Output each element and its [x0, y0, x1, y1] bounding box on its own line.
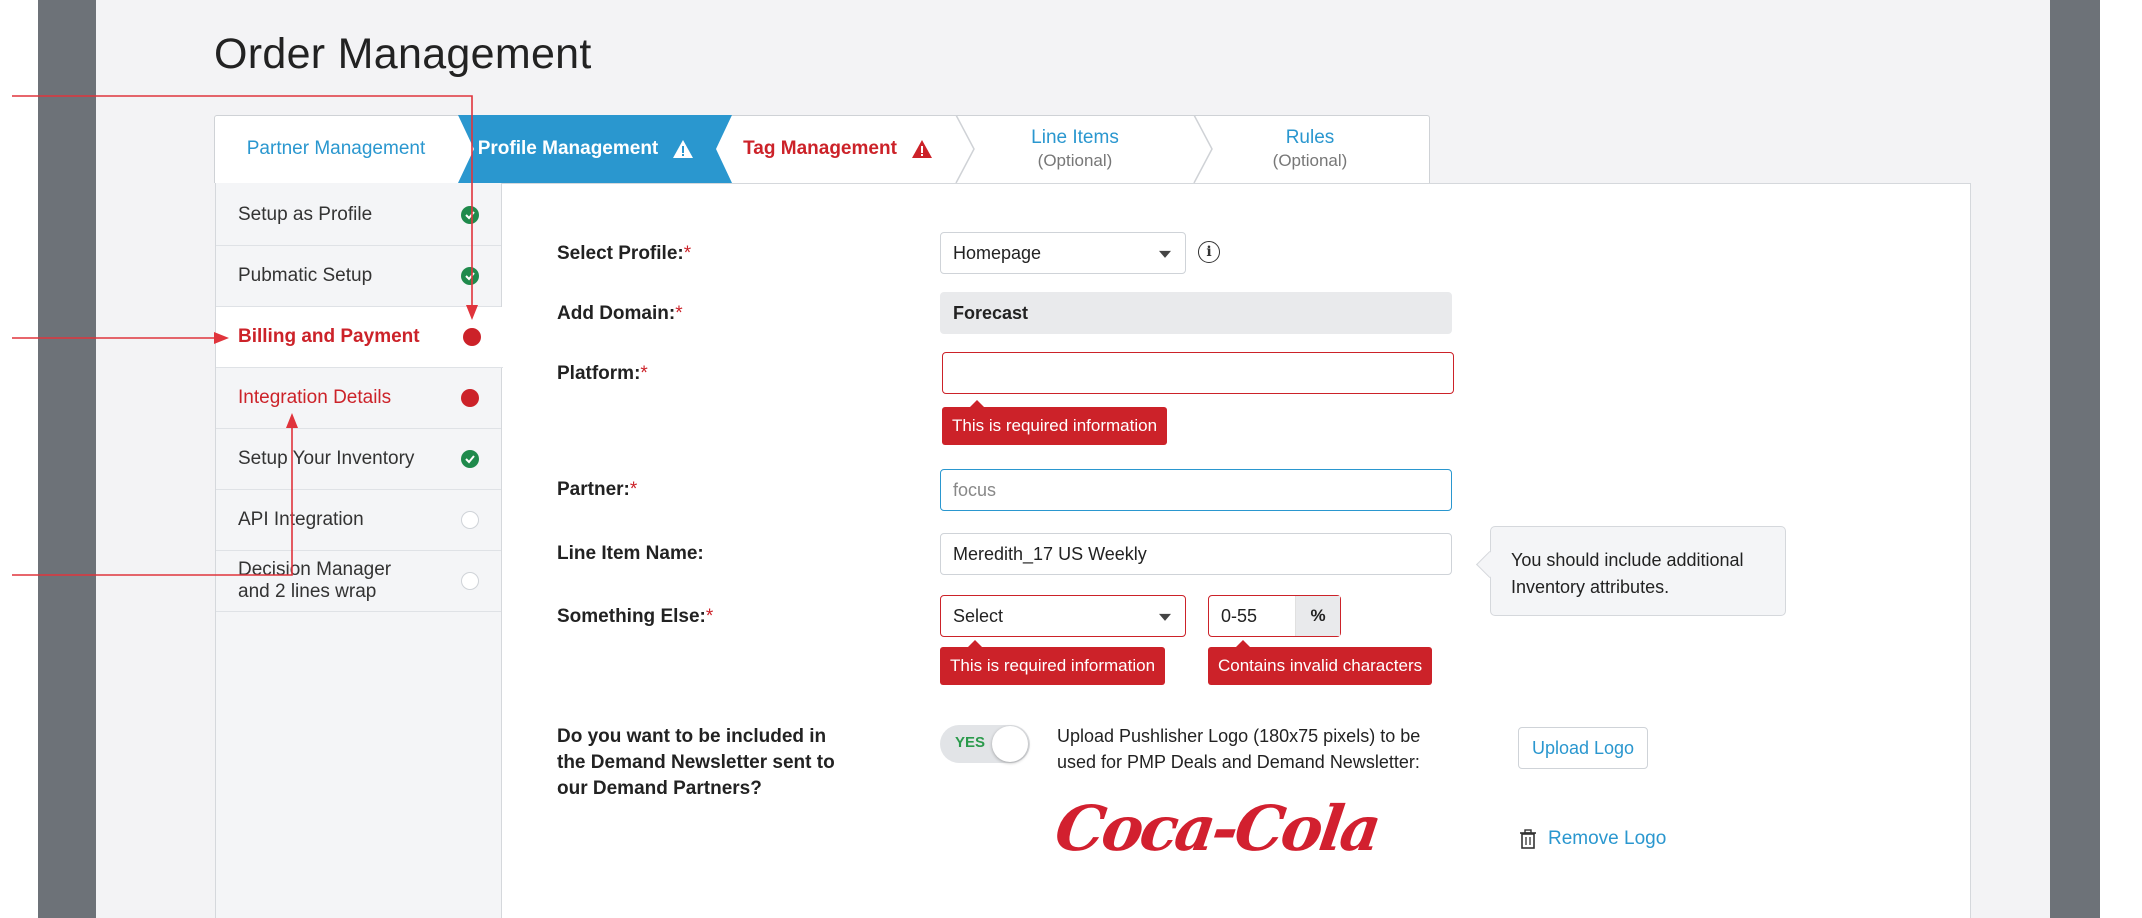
empty-circle-icon	[461, 511, 479, 529]
error-dot-icon	[463, 328, 481, 346]
sidebar-item-decision-manager[interactable]: Decision Manager and 2 lines wrap	[216, 551, 501, 612]
tab-label: Partner Management	[246, 138, 426, 159]
tab-sublabel: (Optional)	[1037, 151, 1113, 170]
toggle-knob	[992, 726, 1028, 762]
warning-icon	[673, 140, 694, 158]
newsletter-toggle[interactable]: YES	[940, 725, 1030, 763]
something-else-label: Something Else:*	[557, 606, 714, 627]
range-input[interactable]: 0-55 %	[1208, 595, 1341, 637]
sidebar-item-label: Billing and Payment	[238, 326, 420, 347]
info-icon[interactable]: i	[1198, 241, 1220, 263]
chevron-down-icon	[1159, 250, 1171, 258]
partner-value: focus	[953, 479, 997, 500]
sidebar-item-setup-your-inventory[interactable]: Setup Your Inventory	[216, 429, 501, 490]
partner-input[interactable]: focus	[940, 469, 1452, 511]
sidebar-item-integration-details[interactable]: Integration Details	[216, 368, 501, 429]
sidebar-item-label: Setup Your Inventory	[238, 448, 415, 469]
partner-label: Partner:*	[557, 479, 638, 500]
upload-logo-button[interactable]: Upload Logo	[1518, 727, 1648, 769]
sidebar-item-label: Setup as Profile	[238, 204, 373, 225]
line-item-name-label: Line Item Name:	[557, 543, 704, 564]
range-value: 0-55	[1221, 605, 1258, 626]
error-dot-icon	[461, 389, 479, 407]
check-circle-icon	[461, 267, 479, 285]
chevron-down-icon	[1159, 613, 1171, 621]
sidebar-item-label: Integration Details	[238, 387, 392, 408]
line-item-name-value: Meredith_17 US Weekly	[953, 543, 1147, 564]
coca-cola-logo: Coca-Cola	[1050, 792, 1383, 865]
sidebar-item-setup-as-profile[interactable]: Setup as Profile	[216, 185, 501, 246]
trash-icon	[1520, 829, 1536, 849]
sidebar-item-label: Decision Manager	[238, 559, 392, 580]
warning-icon	[911, 140, 932, 158]
tab-line-items[interactable]: Line Items (Optional)	[960, 115, 1190, 183]
something-else-select-value: Select	[953, 605, 1004, 626]
page-title: Order Management	[214, 30, 592, 78]
line-item-name-input[interactable]: Meredith_17 US Weekly	[940, 533, 1452, 575]
add-domain-label: Add Domain:*	[557, 303, 683, 324]
select-profile-dropdown[interactable]: Homepage	[940, 232, 1186, 274]
platform-input[interactable]	[942, 352, 1454, 394]
tab-sublabel: (Optional)	[1272, 151, 1348, 170]
check-circle-icon	[461, 450, 479, 468]
check-circle-icon	[461, 206, 479, 224]
platform-error-tooltip: This is required information	[942, 400, 1168, 445]
something-else-error-tooltip: This is required information	[940, 640, 1166, 685]
tab-tag-management[interactable]: Tag Management	[716, 115, 960, 183]
platform-label: Platform:*	[557, 363, 648, 384]
toggle-label: YES	[955, 734, 986, 751]
range-error-tooltip: Contains invalid characters	[1208, 640, 1433, 685]
remove-logo-link[interactable]: Remove Logo	[1520, 828, 1666, 850]
something-else-select[interactable]: Select	[940, 595, 1186, 637]
sidebar-item-billing-and-payment[interactable]: Billing and Payment	[216, 307, 503, 368]
upload-logo-description: Upload Pushlisher Logo (180x75 pixels) t…	[1057, 726, 1421, 772]
tab-label: Line Items	[1031, 127, 1119, 148]
newsletter-question: Do you want to be included in the Demand…	[557, 726, 835, 799]
left-frame-bar	[38, 0, 96, 918]
sidebar-item-label: API Integration	[238, 509, 364, 530]
select-profile-label: Select Profile:*	[557, 243, 692, 264]
sidebar-item-api-integration[interactable]: API Integration	[216, 490, 501, 551]
tab-label: Rules	[1285, 127, 1335, 148]
percent-addon: %	[1295, 596, 1340, 636]
select-profile-value: Homepage	[953, 242, 1042, 263]
tab-label: Profile Management	[477, 138, 659, 159]
remove-logo-label: Remove Logo	[1548, 828, 1667, 849]
sidebar-item-label: Pubmatic Setup	[238, 265, 373, 286]
tab-rules[interactable]: Rules (Optional)	[1190, 115, 1430, 183]
add-domain-value: Forecast	[953, 302, 1029, 323]
tab-profile-management[interactable]: Profile Management	[456, 115, 716, 183]
line-item-hint-tooltip: You should include additional Inventory …	[1490, 526, 1786, 616]
right-frame-bar	[2050, 0, 2100, 918]
empty-circle-icon	[461, 572, 479, 590]
add-domain-field: Forecast	[940, 292, 1452, 334]
sidebar-item-label-line2: and 2 lines wrap	[238, 581, 377, 602]
tab-partner-management[interactable]: Partner Management	[216, 115, 456, 183]
tab-label: Tag Management	[743, 138, 897, 159]
sidebar-item-pubmatic-setup[interactable]: Pubmatic Setup	[216, 246, 501, 307]
